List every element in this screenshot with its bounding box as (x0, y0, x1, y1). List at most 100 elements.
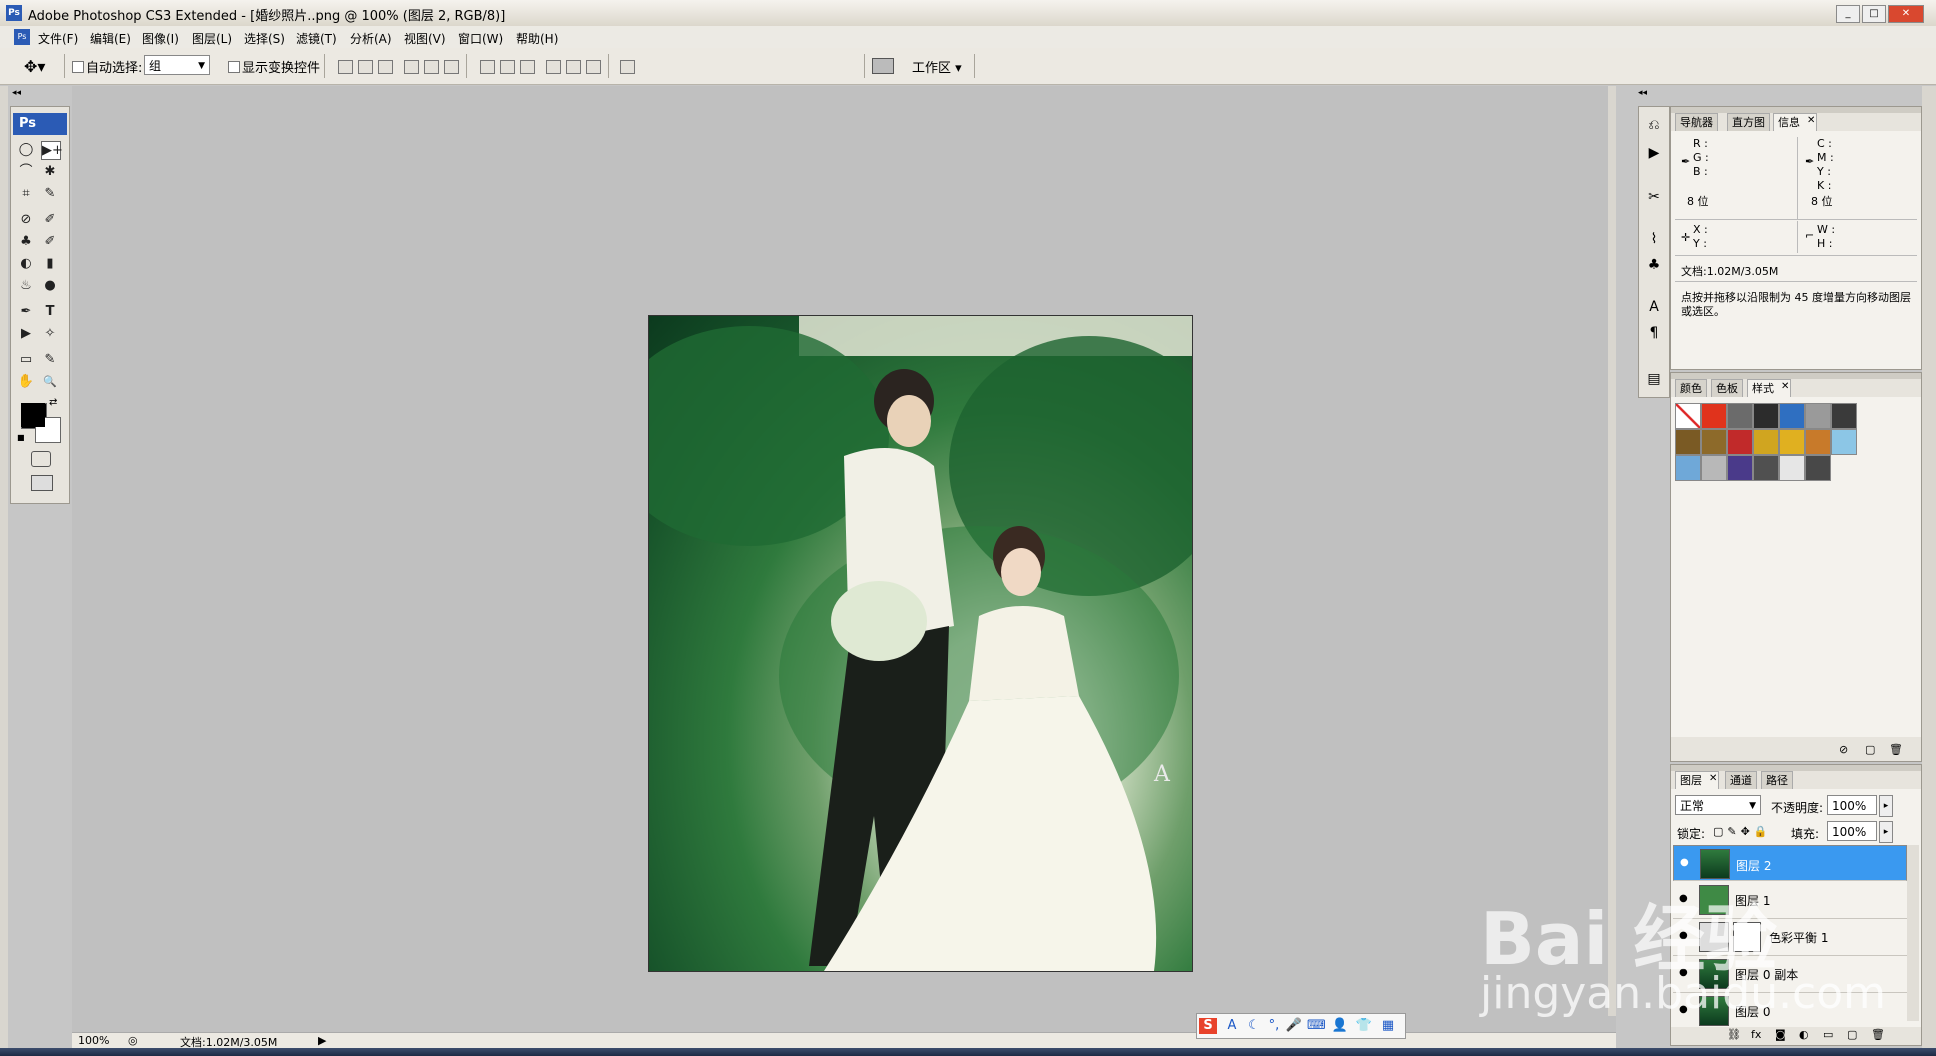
menu-view[interactable]: 视图(V) (404, 30, 446, 47)
layer-comps-icon[interactable]: ▤ (1644, 369, 1664, 389)
auto-select-dropdown[interactable]: 组 ▼ (144, 55, 210, 75)
distribute-hcenter-icon[interactable] (566, 60, 581, 74)
menu-window[interactable]: 窗口(W) (458, 30, 503, 47)
tab-channels[interactable]: 通道 (1725, 771, 1757, 790)
move-tool[interactable]: ▶+ (41, 141, 63, 160)
layer-style-icon[interactable]: fx (1751, 1028, 1761, 1041)
ime-keyboard-icon[interactable]: ⌨ (1307, 1018, 1326, 1034)
hand-tool[interactable]: ✋ (17, 373, 35, 390)
crop-tool[interactable]: ⌗ (17, 185, 35, 202)
status-arrow-icon[interactable]: ▶ (318, 1034, 326, 1047)
status-menu-icon[interactable]: ◎ (128, 1034, 138, 1047)
align-left-icon[interactable] (404, 60, 419, 74)
path-selection-tool[interactable]: ▶ (17, 325, 35, 342)
magic-wand-tool[interactable]: ✱ (41, 163, 59, 180)
pen-tool[interactable]: ✒ (17, 303, 35, 320)
eye-icon[interactable]: ● (1680, 857, 1694, 869)
style-swatch[interactable] (1805, 455, 1831, 481)
align-vcenter-icon[interactable] (358, 60, 373, 74)
document-icon[interactable]: Ps (14, 29, 30, 45)
show-transform-checkbox[interactable] (228, 61, 240, 73)
default-colors-icon[interactable]: ■ (17, 433, 25, 442)
tool-presets-icon[interactable]: ✂ (1644, 187, 1664, 207)
delete-style-icon[interactable]: 🗑 (1889, 743, 1903, 756)
style-swatch[interactable] (1701, 403, 1727, 429)
close-tab-icon[interactable]: ✕ (1709, 773, 1717, 784)
menu-layer[interactable]: 图层(L) (192, 30, 232, 47)
adjustment-layer-icon[interactable]: ◐ (1799, 1028, 1809, 1041)
new-group-icon[interactable]: ▭ (1823, 1028, 1833, 1041)
new-style-icon[interactable]: ▢ (1865, 743, 1875, 756)
panel-grip[interactable] (1671, 373, 1921, 379)
lasso-tool[interactable]: ⌒ (17, 163, 35, 180)
tab-paths[interactable]: 路径 (1761, 771, 1793, 790)
style-swatch[interactable] (1701, 429, 1727, 455)
close-tab-icon[interactable]: ✕ (1781, 381, 1789, 392)
screen-mode-icon[interactable] (31, 475, 53, 491)
character-icon[interactable]: A (1644, 297, 1664, 317)
opacity-slider-toggle[interactable]: ▸ (1879, 795, 1893, 817)
lock-icons[interactable]: ▢✎✥🔒 (1713, 825, 1772, 838)
layers-scrollbar[interactable] (1907, 845, 1919, 1021)
auto-align-icon[interactable] (620, 60, 635, 74)
swap-colors-icon[interactable]: ⇄ (49, 397, 57, 408)
minimize-button[interactable]: _ (1836, 5, 1860, 23)
style-swatch[interactable] (1675, 455, 1701, 481)
zoom-tool[interactable]: 🔍 (41, 373, 59, 390)
fill-input[interactable]: 100% (1827, 821, 1877, 841)
vertical-scrollbar[interactable] (1608, 86, 1616, 1016)
layer-row[interactable]: ● 图层 2 (1673, 845, 1907, 881)
distribute-vcenter-icon[interactable] (500, 60, 515, 74)
distribute-left-icon[interactable] (546, 60, 561, 74)
sogou-logo-icon[interactable]: S (1199, 1018, 1217, 1034)
style-swatch[interactable] (1727, 455, 1753, 481)
ime-user-icon[interactable]: 👤 (1331, 1018, 1349, 1034)
menu-edit[interactable]: 编辑(E) (90, 30, 131, 47)
brush-tool[interactable]: ✐ (41, 211, 59, 228)
ime-skin-icon[interactable]: 👕 (1355, 1018, 1373, 1034)
clone-source-icon[interactable]: ♣ (1644, 255, 1664, 275)
style-swatch[interactable] (1753, 455, 1779, 481)
menu-analysis[interactable]: 分析(A) (350, 30, 392, 47)
brushes-icon[interactable]: ⌇ (1644, 229, 1664, 249)
menu-file[interactable]: 文件(F) (38, 30, 78, 47)
menu-image[interactable]: 图像(I) (142, 30, 179, 47)
gradient-tool[interactable]: ▮ (41, 255, 59, 272)
distribute-bottom-icon[interactable] (520, 60, 535, 74)
delete-layer-icon[interactable]: 🗑 (1871, 1028, 1885, 1041)
ime-toolbox-icon[interactable]: ▦ (1379, 1018, 1397, 1034)
distribute-right-icon[interactable] (586, 60, 601, 74)
align-bottom-icon[interactable] (378, 60, 393, 74)
fill-slider-toggle[interactable]: ▸ (1879, 821, 1893, 843)
slice-tool[interactable]: ✎ (41, 185, 59, 202)
ime-punctuation-icon[interactable]: °, (1265, 1018, 1283, 1034)
style-swatch[interactable] (1805, 403, 1831, 429)
new-layer-icon[interactable]: ▢ (1847, 1028, 1857, 1041)
ime-voice-icon[interactable]: 🎤 (1285, 1018, 1303, 1034)
auto-select-checkbox[interactable] (72, 61, 84, 73)
history-brush-tool[interactable]: ✐ (41, 233, 59, 250)
style-swatch[interactable] (1805, 429, 1831, 455)
wedding-photo[interactable]: A (648, 315, 1193, 972)
close-button[interactable]: ✕ (1888, 5, 1924, 23)
ime-language-icon[interactable]: A (1223, 1018, 1241, 1034)
eraser-tool[interactable]: ◐ (17, 255, 35, 272)
style-swatch[interactable] (1779, 429, 1805, 455)
shape-tool[interactable]: ✧ (41, 325, 59, 342)
distribute-top-icon[interactable] (480, 60, 495, 74)
align-hcenter-icon[interactable] (424, 60, 439, 74)
notes-tool[interactable]: ▭ (17, 351, 35, 368)
clear-style-icon[interactable]: ⊘ (1839, 743, 1848, 756)
style-swatch[interactable] (1779, 455, 1805, 481)
align-top-icon[interactable] (338, 60, 353, 74)
link-layers-icon[interactable]: ⛓ (1727, 1028, 1741, 1041)
style-swatch[interactable] (1779, 403, 1805, 429)
style-swatch[interactable] (1675, 429, 1701, 455)
style-swatch[interactable] (1727, 429, 1753, 455)
close-tab-icon[interactable]: ✕ (1807, 115, 1815, 126)
style-swatch[interactable] (1753, 429, 1779, 455)
ime-halfwidth-icon[interactable]: ☾ (1245, 1018, 1263, 1034)
tab-swatches[interactable]: 色板 (1711, 379, 1743, 398)
style-swatch[interactable] (1675, 403, 1701, 429)
blend-mode-dropdown[interactable]: 正常 ▼ (1675, 795, 1761, 815)
